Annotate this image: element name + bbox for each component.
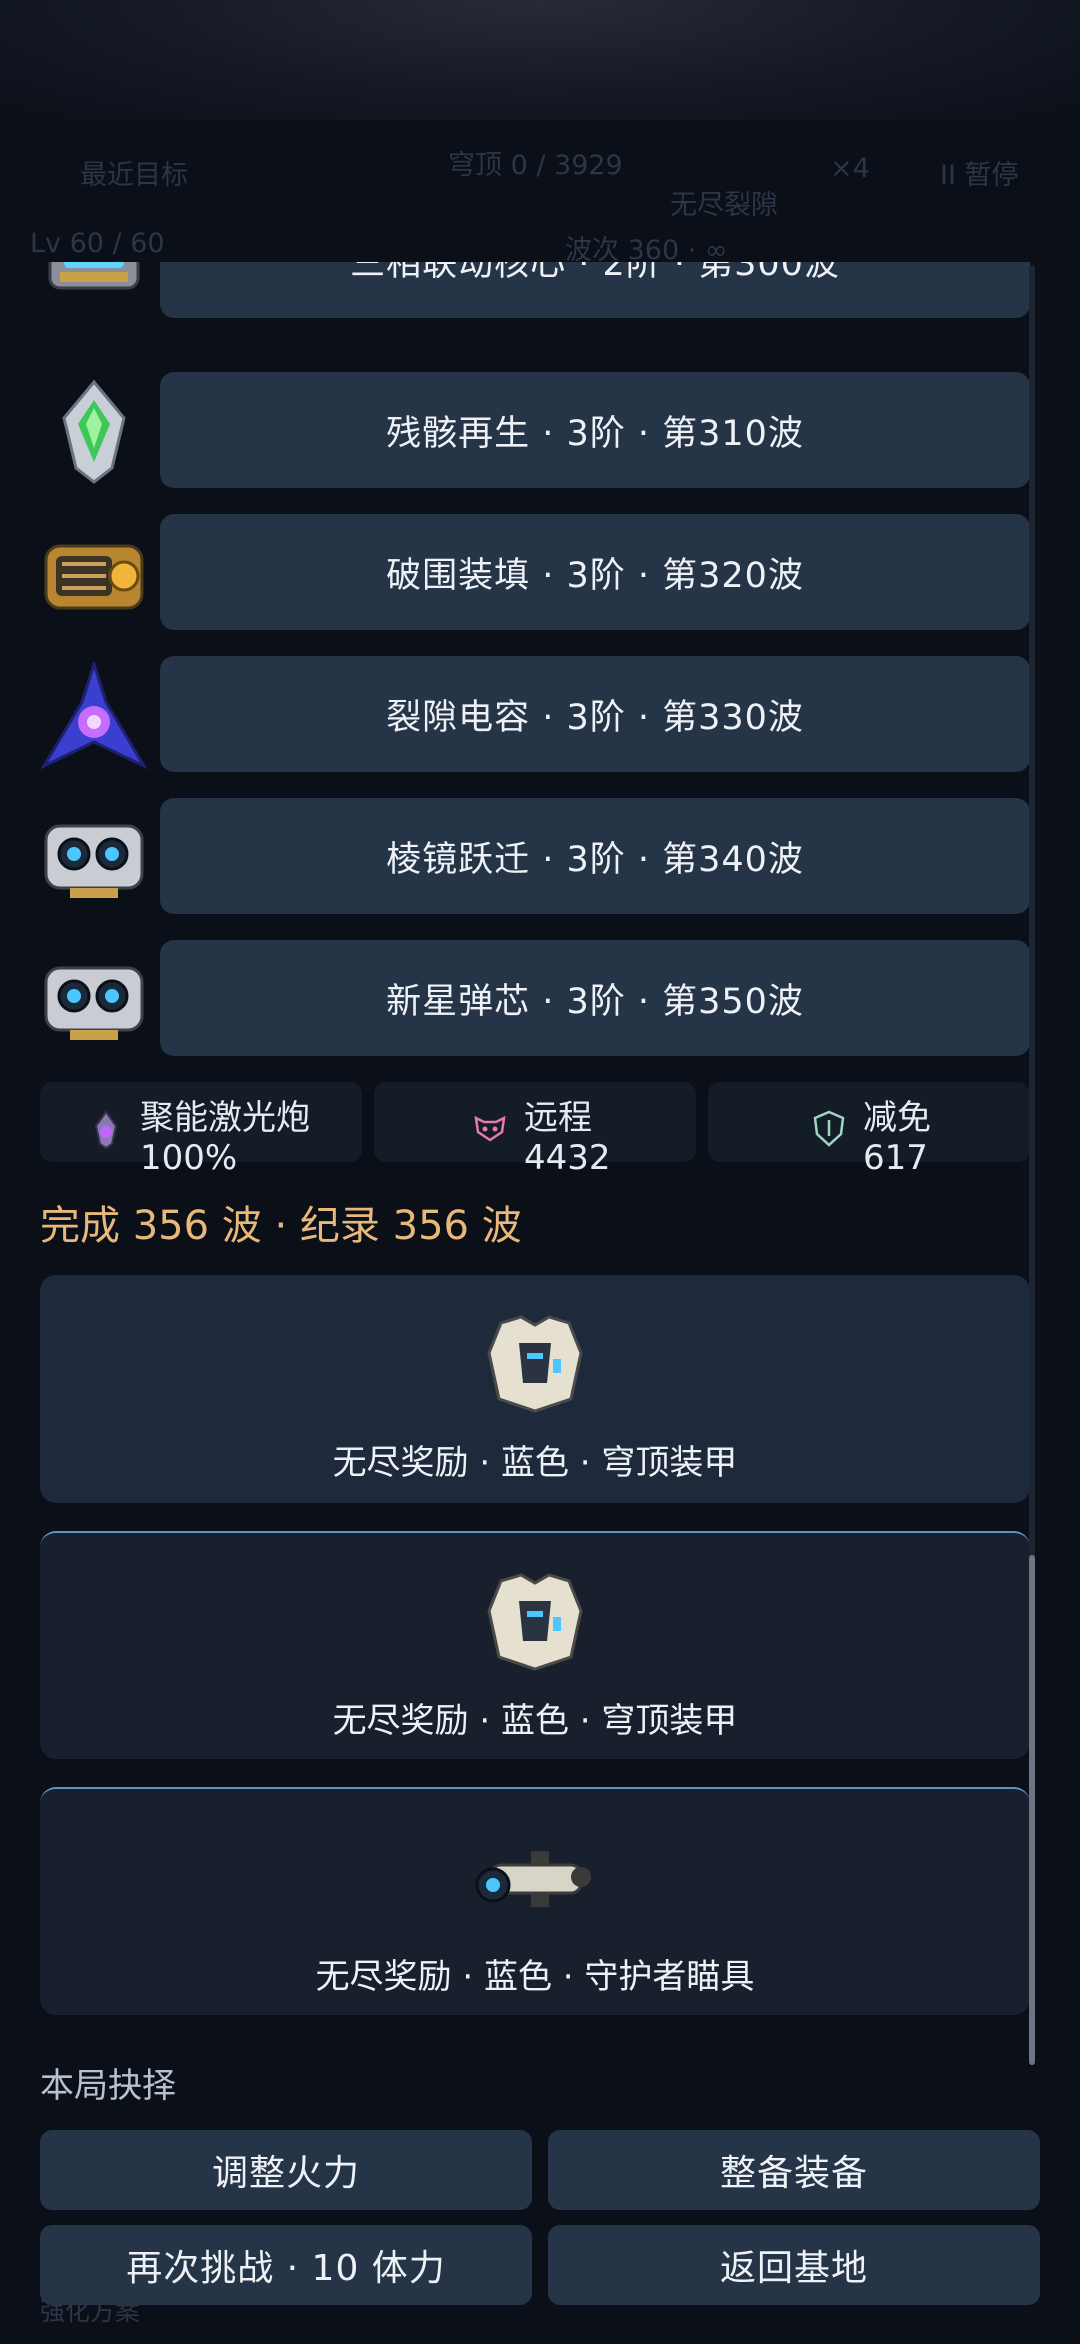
nova-core-icon	[40, 946, 148, 1054]
milestone-card[interactable]: 裂隙电容 · 3阶 · 第330波	[160, 656, 1030, 772]
stat-value: 617	[863, 1138, 928, 1178]
stat-label: 远程	[524, 1098, 592, 1138]
milestone-row: 棱镜跃迁 · 3阶 · 第340波	[40, 798, 1030, 914]
bg-level-label: Lv 60 / 60	[30, 228, 165, 259]
stat-value: 4432	[524, 1138, 611, 1178]
stat-value: 100%	[140, 1138, 238, 1178]
bg-dome-progress: 穹顶 0 / 3929	[448, 150, 623, 181]
bg-speed-label: ×4	[830, 153, 870, 184]
scope-icon	[471, 1827, 599, 1927]
bg-pause-label: II 暂停	[940, 160, 1019, 191]
armor-icon	[481, 1571, 589, 1671]
power-core-icon	[40, 262, 148, 316]
wave-progress-text: 完成 356 波 · 纪录 356 波	[40, 1203, 522, 1249]
background-art	[0, 0, 1080, 120]
prism-device-icon	[40, 804, 148, 912]
milestone-card[interactable]: 残骸再生 · 3阶 · 第310波	[160, 372, 1030, 488]
mask-icon	[472, 1110, 506, 1146]
stat-label: 聚能激光炮	[140, 1098, 310, 1138]
laser-cannon-icon	[90, 1110, 122, 1150]
milestone-card[interactable]: 棱镜跃迁 · 3阶 · 第340波	[160, 798, 1030, 914]
purple-crystal-icon	[40, 659, 148, 770]
milestone-card[interactable]: 新星弹芯 · 3阶 · 第350波	[160, 940, 1030, 1056]
stat-reduction: 减免 617	[708, 1082, 1030, 1178]
reward-label: 无尽奖励 · 蓝色 · 穹顶装甲	[332, 1443, 738, 1483]
bg-mode-label: 无尽裂隙	[670, 190, 778, 221]
reward-label: 无尽奖励 · 蓝色 · 守护者瞄具	[315, 1957, 755, 1997]
scrollbar-thumb[interactable]	[1029, 1555, 1035, 2065]
retry-button[interactable]: 再次挑战 · 10 体力	[40, 2225, 532, 2305]
reward-card-selected[interactable]: 无尽奖励 · 蓝色 · 穹顶装甲	[40, 1531, 1030, 1759]
reward-card-selected[interactable]: 无尽奖励 · 蓝色 · 守护者瞄具	[40, 1787, 1030, 2015]
milestone-row: 三相联动核心 · 2阶 · 第300波	[40, 262, 1030, 318]
stat-label: 减免	[863, 1098, 931, 1138]
stat-ranged: 远程 4432	[374, 1082, 696, 1178]
milestone-row: 破围装填 · 3阶 · 第320波	[40, 514, 1030, 630]
return-base-button[interactable]: 返回基地	[548, 2225, 1040, 2305]
armor-icon	[481, 1313, 589, 1413]
choices-title: 本局抉择	[40, 2066, 176, 2106]
stat-weapon: 聚能激光炮 100%	[40, 1082, 362, 1178]
milestone-card[interactable]: 破围装填 · 3阶 · 第320波	[160, 514, 1030, 630]
bg-target-label: 最近目标	[80, 160, 188, 191]
milestone-row: 新星弹芯 · 3阶 · 第350波	[40, 940, 1030, 1056]
milestone-list-viewport: 三相联动核心 · 2阶 · 第300波 残骸再生 · 3阶 · 第310波 破围…	[0, 262, 1080, 1062]
milestone-row: 残骸再生 · 3阶 · 第310波	[40, 372, 1030, 488]
reward-card[interactable]: 无尽奖励 · 蓝色 · 穹顶装甲	[40, 1275, 1030, 1503]
shield-icon	[812, 1110, 845, 1147]
adjust-firepower-button[interactable]: 调整火力	[40, 2130, 532, 2210]
equip-gear-button[interactable]: 整备装备	[548, 2130, 1040, 2210]
reward-label: 无尽奖励 · 蓝色 · 穹顶装甲	[332, 1701, 738, 1741]
milestone-row: 裂隙电容 · 3阶 · 第330波	[40, 656, 1030, 772]
ammo-loader-icon	[40, 520, 148, 628]
milestone-card[interactable]: 三相联动核心 · 2阶 · 第300波	[160, 262, 1030, 318]
green-crystal-icon	[40, 378, 148, 486]
